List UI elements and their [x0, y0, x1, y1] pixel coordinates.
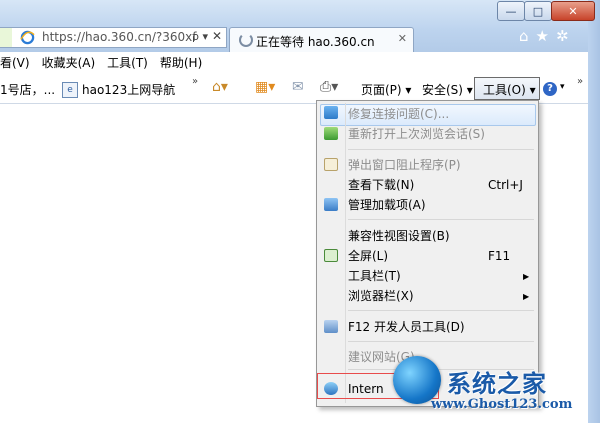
menu-item-toolbars[interactable]: 工具栏(T)	[348, 266, 401, 286]
fullscreen-shortcut: F11	[488, 249, 511, 263]
minimize-button[interactable]: —	[497, 1, 525, 21]
menu-item-fullscreen[interactable]: 全屏(L)	[348, 246, 388, 266]
menu-item-reopen-session[interactable]: 重新打开上次浏览会话(S)	[348, 124, 485, 144]
menu-separator	[348, 341, 534, 342]
fullscreen-icon	[324, 249, 338, 262]
favorite-link-2[interactable]: e hao123上网导航	[62, 81, 175, 98]
commandbar-overflow-icon[interactable]: »	[577, 76, 583, 87]
browser-toolbar-icons: ⌂ ★ ✲	[519, 27, 569, 45]
menu-item-popup-blocker[interactable]: 弹出窗口阻止程序(P)	[348, 155, 461, 175]
menu-item-repair-connection[interactable]: 修复连接问题(C)...	[348, 104, 449, 124]
page-icon: e	[62, 81, 78, 98]
feeds-icon[interactable]: ▦▾	[255, 79, 275, 95]
settings-gear-icon[interactable]: ✲	[556, 27, 569, 45]
submenu-arrow-icon: ▶	[523, 292, 530, 301]
window-caption-buttons: — □ ✕	[497, 1, 595, 21]
favorite-link-2-label: hao123上网导航	[82, 83, 176, 97]
menu-item-compat-view[interactable]: 兼容性视图设置(B)	[348, 226, 450, 246]
loading-spinner-icon	[239, 33, 253, 47]
tools-menu-button[interactable]: 工具(O) ▾	[474, 77, 540, 100]
tools-menu-label: 工具(O) ▾	[483, 83, 536, 97]
menu-icon-gutter	[345, 103, 346, 403]
tab-loading[interactable]: 正在等待 hao.360.cn ✕	[229, 27, 414, 52]
menu-item-manage-addons[interactable]: 管理加载项(A)	[348, 195, 426, 215]
home-page-icon[interactable]: ⌂▾	[212, 79, 228, 95]
home-icon[interactable]: ⌂	[519, 27, 529, 45]
menu-bar: 看(V) 收藏夹(A) 工具(T) 帮助(H)	[0, 52, 588, 74]
view-downloads-shortcut: Ctrl+J	[488, 178, 523, 192]
watermark-url: www.Ghost123.com	[431, 397, 573, 412]
close-window-button[interactable]: ✕	[551, 1, 595, 21]
menu-view[interactable]: 看(V)	[0, 54, 30, 71]
print-icon[interactable]: ⎙▾	[320, 79, 338, 95]
menu-item-explorer-bars[interactable]: 浏览器栏(X)	[348, 286, 414, 306]
menu-separator	[348, 149, 534, 150]
help-icon[interactable]: ?	[543, 82, 557, 96]
favorite-link-1[interactable]: 1号店，...	[0, 81, 55, 98]
menu-help[interactable]: 帮助(H)	[160, 54, 202, 71]
page-menu-button[interactable]: 页面(P) ▾	[361, 81, 411, 98]
address-bar[interactable]: https://hao.360.cn/?360xf ρ ▾ ✕	[0, 27, 227, 48]
manage-addons-icon	[324, 198, 338, 211]
menu-separator	[348, 310, 534, 311]
secure-indicator	[0, 28, 12, 47]
tab-title: 正在等待 hao.360.cn	[256, 35, 375, 49]
popup-blocker-icon	[324, 158, 338, 171]
favorites-star-icon[interactable]: ★	[536, 27, 549, 45]
favorites-overflow-icon[interactable]: »	[192, 76, 198, 87]
watermark-title: 系统之家	[447, 369, 547, 398]
developer-tools-icon	[324, 320, 338, 333]
menu-item-view-downloads[interactable]: 查看下载(N)	[348, 175, 414, 195]
menu-separator	[348, 219, 534, 220]
window-frame-right	[588, 0, 600, 423]
maximize-button[interactable]: □	[524, 1, 552, 21]
menu-tools[interactable]: 工具(T)	[107, 54, 148, 71]
maximize-icon: □	[532, 4, 544, 18]
minimize-icon: —	[505, 4, 517, 18]
ie-logo-icon	[20, 30, 35, 45]
reopen-session-icon	[324, 127, 338, 140]
stop-icon[interactable]: ✕	[212, 29, 222, 43]
safety-menu-button[interactable]: 安全(S) ▾	[422, 81, 473, 98]
tab-close-icon[interactable]: ✕	[398, 32, 407, 45]
repair-connection-icon	[324, 106, 338, 119]
close-icon: ✕	[568, 4, 578, 18]
submenu-arrow-icon: ▶	[523, 272, 530, 281]
mail-icon[interactable]: ✉	[292, 79, 304, 95]
menu-item-developer-tools[interactable]: F12 开发人员工具(D)	[348, 317, 465, 337]
address-input[interactable]: https://hao.360.cn/?360xf	[42, 30, 196, 44]
menu-favorites[interactable]: 收藏夹(A)	[42, 54, 96, 71]
help-dropdown-icon[interactable]: ▾	[560, 82, 565, 92]
search-dropdown-icon[interactable]: ρ ▾	[192, 30, 208, 43]
